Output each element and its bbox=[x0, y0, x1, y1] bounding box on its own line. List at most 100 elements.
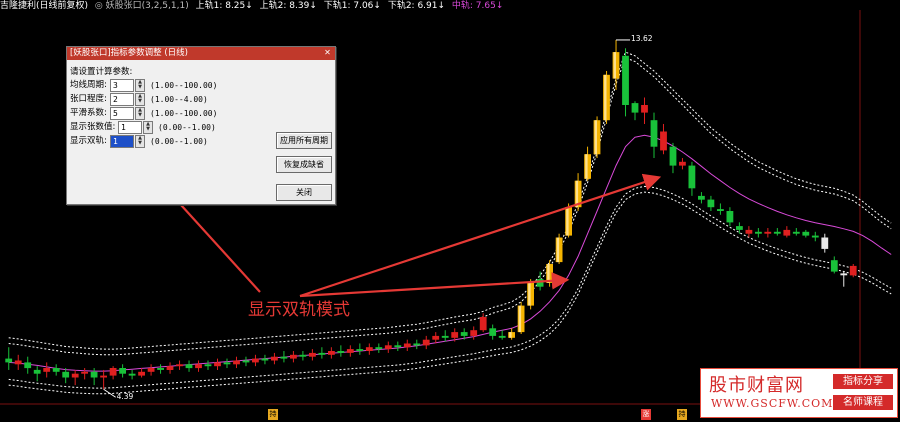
candle-body bbox=[233, 360, 240, 365]
parameter-dialog[interactable]: [妖股张口]指标参数调整 (日线) ✕ 请设置计算参数: 均线周期: 3 ▲ ▼ … bbox=[66, 46, 336, 205]
param-range: (1.00--4.00) bbox=[150, 95, 208, 104]
watermark-badge-indicator: 指标分享 bbox=[833, 374, 893, 389]
candle-body bbox=[157, 368, 164, 370]
param-label: 显示张数值: bbox=[70, 122, 116, 132]
candle-body bbox=[840, 273, 848, 276]
ma-period-input[interactable]: 3 bbox=[110, 79, 134, 92]
candle-body bbox=[470, 330, 478, 336]
apply-all-periods-button[interactable]: 应用所有周期 bbox=[276, 132, 332, 149]
candle-body bbox=[811, 235, 819, 238]
candle-body bbox=[821, 237, 829, 249]
candle-body bbox=[622, 55, 629, 105]
restore-default-button[interactable]: 恢复成缺省 bbox=[276, 156, 332, 173]
watermark-title: 股市财富网 bbox=[709, 375, 804, 396]
candle-body bbox=[451, 332, 459, 338]
watermark-url: WWW.GSCFW.COM bbox=[711, 397, 834, 410]
mid-band-value: 中轨: 7.65↓ bbox=[451, 1, 504, 11]
candle-body bbox=[441, 335, 449, 338]
candle-body bbox=[650, 120, 658, 147]
candle-body bbox=[252, 358, 259, 363]
candle-body bbox=[698, 195, 705, 200]
candle-body bbox=[280, 356, 288, 359]
dialog-title: [妖股张口]指标参数调整 (日线) bbox=[67, 47, 335, 60]
candle-body bbox=[309, 352, 316, 357]
show-double-band-input[interactable]: 1 bbox=[110, 135, 134, 148]
candle-body bbox=[792, 231, 800, 234]
candle-body bbox=[204, 364, 212, 367]
spinner-icon[interactable]: ▲ ▼ bbox=[135, 107, 145, 120]
spinner-icon[interactable]: ▲ ▼ bbox=[135, 93, 145, 106]
candle-body bbox=[641, 105, 648, 113]
indicator-header: 吉隆捷利(日线前复权) ◎ 妖股张口(3,2,5,1,1) 上轨1: 8.25↓… bbox=[0, 0, 900, 12]
candle-body bbox=[5, 358, 13, 363]
candle-body bbox=[422, 339, 430, 346]
red-arrow bbox=[299, 173, 662, 298]
candle-body bbox=[460, 332, 468, 336]
show-value-input[interactable]: 1 bbox=[118, 121, 142, 134]
candle-body bbox=[384, 345, 392, 350]
watermark: 股市财富网 WWW.GSCFW.COM 指标分享 名师课程 bbox=[700, 368, 898, 418]
candle-body bbox=[660, 131, 667, 151]
candle-body bbox=[365, 347, 373, 351]
candle-body bbox=[688, 165, 696, 189]
candle-body bbox=[138, 371, 145, 376]
param-range: (0.00--1.00) bbox=[150, 137, 208, 146]
candle-body bbox=[707, 199, 715, 208]
date-tag-1: 持 bbox=[268, 409, 278, 420]
candle-body bbox=[356, 349, 364, 351]
date-tag-2: 涨 bbox=[641, 409, 651, 420]
candle-body bbox=[109, 368, 117, 376]
spinner-icon[interactable]: ▲ ▼ bbox=[143, 121, 153, 134]
param-range: (1.00--100.00) bbox=[150, 81, 218, 90]
open-degree-input[interactable]: 2 bbox=[110, 93, 134, 106]
candle-body bbox=[242, 360, 250, 363]
candle-body bbox=[119, 368, 126, 374]
upper-band-1-value: 上轨1: 8.25↓ bbox=[195, 1, 253, 11]
candle-body bbox=[755, 231, 762, 234]
stock-name[interactable]: 吉隆捷利(日线前复权) bbox=[0, 1, 88, 11]
upper-band-2-value: 上轨2: 8.39↓ bbox=[259, 1, 317, 11]
candle-body bbox=[290, 354, 297, 359]
annotation-text: 显示双轨模式 bbox=[248, 300, 350, 320]
candle-body bbox=[100, 375, 107, 378]
candle-body bbox=[261, 358, 269, 361]
candle-body bbox=[830, 260, 838, 272]
candle-body bbox=[736, 226, 743, 230]
candle-highlight bbox=[556, 237, 560, 263]
candle-highlight bbox=[509, 332, 512, 338]
spinner-icon[interactable]: ▲ ▼ bbox=[135, 135, 145, 148]
candle-body bbox=[631, 103, 639, 113]
candle-body bbox=[43, 368, 51, 372]
candle-highlight bbox=[566, 207, 569, 236]
candle-body bbox=[498, 335, 506, 338]
candle-body bbox=[745, 229, 753, 234]
candle-body bbox=[62, 371, 70, 378]
candle-body bbox=[413, 343, 421, 346]
candle-body bbox=[337, 351, 345, 353]
lower-band-2-value: 下轨2: 6.91↓ bbox=[387, 1, 446, 11]
candle-body bbox=[717, 209, 724, 211]
candle-body bbox=[489, 328, 497, 336]
smoothing-input[interactable]: 5 bbox=[110, 107, 134, 120]
candle-body bbox=[52, 368, 60, 372]
candle-body bbox=[33, 369, 41, 374]
candle-body bbox=[271, 356, 278, 361]
candle-body bbox=[394, 345, 402, 348]
close-icon[interactable]: ✕ bbox=[322, 48, 333, 58]
candle-highlight bbox=[585, 154, 588, 179]
high-price-label: 13.62 bbox=[631, 33, 653, 43]
spinner-icon[interactable]: ▲ ▼ bbox=[135, 79, 145, 92]
candle-body bbox=[147, 368, 155, 372]
close-button[interactable]: 关闭 bbox=[276, 184, 332, 201]
lower-band-2-line bbox=[8, 191, 892, 395]
candle-body bbox=[479, 317, 487, 331]
candle-body bbox=[90, 371, 98, 378]
candle-body bbox=[669, 146, 677, 166]
candle-body bbox=[71, 373, 79, 378]
indicator-name[interactable]: ◎ 妖股张口(3,2,5,1,1) bbox=[95, 1, 189, 11]
candle-body bbox=[318, 352, 326, 355]
candle-body bbox=[299, 354, 307, 357]
candle-body bbox=[375, 347, 383, 350]
candle-body bbox=[214, 362, 221, 367]
param-range: (1.00--100.00) bbox=[150, 109, 218, 118]
